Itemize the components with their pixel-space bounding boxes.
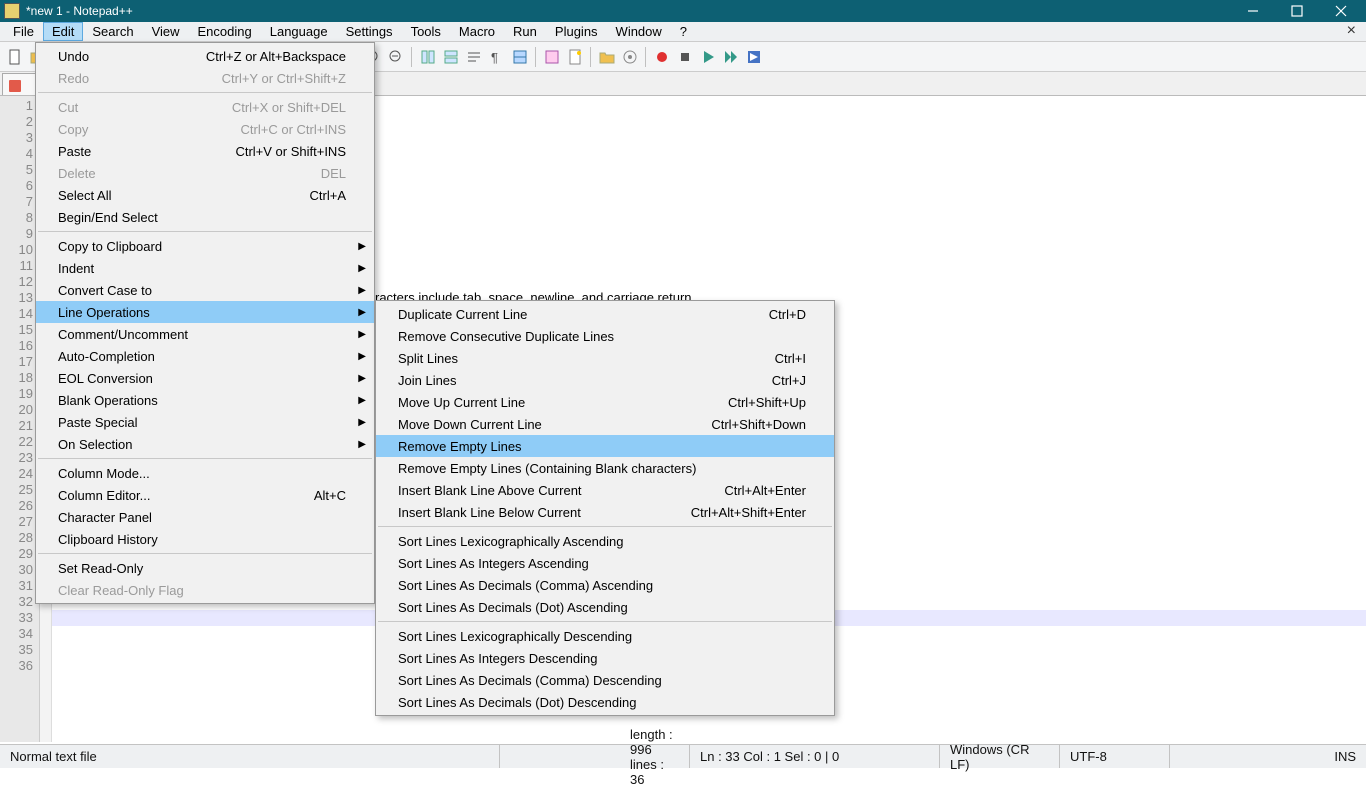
sync-v-icon[interactable]	[417, 46, 438, 67]
play-multi-icon[interactable]	[720, 46, 741, 67]
menu-paste[interactable]: PasteCtrl+V or Shift+INS	[36, 140, 374, 162]
window-title: *new 1 - Notepad++	[26, 4, 1232, 18]
lang-icon[interactable]	[541, 46, 562, 67]
menu-duplicate-line[interactable]: Duplicate Current LineCtrl+D	[376, 303, 834, 325]
line-operations-submenu: Duplicate Current LineCtrl+D Remove Cons…	[375, 300, 835, 716]
line-number-gutter: 1234567891011121314151617181920212223242…	[0, 96, 40, 742]
menu-line-operations[interactable]: Line Operations▶	[36, 301, 374, 323]
menu-paste-special[interactable]: Paste Special▶	[36, 411, 374, 433]
status-encoding: UTF-8	[1060, 745, 1170, 768]
menu-on-selection[interactable]: On Selection▶	[36, 433, 374, 455]
menu-remove-dup[interactable]: Remove Consecutive Duplicate Lines	[376, 325, 834, 347]
menu-column-mode[interactable]: Column Mode...	[36, 462, 374, 484]
titlebar: *new 1 - Notepad++	[0, 0, 1366, 22]
menu-sort-int-asc[interactable]: Sort Lines As Integers Ascending	[376, 552, 834, 574]
menu-undo[interactable]: UndoCtrl+Z or Alt+Backspace	[36, 45, 374, 67]
minimize-button[interactable]	[1232, 1, 1274, 21]
folder-icon[interactable]	[596, 46, 617, 67]
menu-remove-empty-blank[interactable]: Remove Empty Lines (Containing Blank cha…	[376, 457, 834, 479]
menu-clear-readonly[interactable]: Clear Read-Only Flag	[36, 579, 374, 601]
menu-blank-ops[interactable]: Blank Operations▶	[36, 389, 374, 411]
show-all-chars-icon[interactable]: ¶	[486, 46, 507, 67]
menu-convert-case[interactable]: Convert Case to▶	[36, 279, 374, 301]
menu-macro[interactable]: Macro	[450, 22, 504, 41]
menu-encoding[interactable]: Encoding	[189, 22, 261, 41]
menu-begin-end-select[interactable]: Begin/End Select	[36, 206, 374, 228]
status-length: length : 996 lines : 36	[500, 745, 690, 768]
stop-icon[interactable]	[674, 46, 695, 67]
menu-eol[interactable]: EOL Conversion▶	[36, 367, 374, 389]
sync-h-icon[interactable]	[440, 46, 461, 67]
menu-help[interactable]: ?	[671, 22, 696, 41]
play-icon[interactable]	[697, 46, 718, 67]
app-icon	[4, 3, 20, 19]
menu-tools[interactable]: Tools	[402, 22, 450, 41]
menu-run[interactable]: Run	[504, 22, 546, 41]
close-button[interactable]	[1320, 1, 1362, 21]
monitor-icon[interactable]	[619, 46, 640, 67]
menu-join-lines[interactable]: Join LinesCtrl+J	[376, 369, 834, 391]
menu-sort-dec-d-desc[interactable]: Sort Lines As Decimals (Dot) Descending	[376, 691, 834, 713]
menu-cut[interactable]: CutCtrl+X or Shift+DEL	[36, 96, 374, 118]
menu-insert-below[interactable]: Insert Blank Line Below CurrentCtrl+Alt+…	[376, 501, 834, 523]
menu-move-down[interactable]: Move Down Current LineCtrl+Shift+Down	[376, 413, 834, 435]
menu-column-editor[interactable]: Column Editor...Alt+C	[36, 484, 374, 506]
menu-insert-above[interactable]: Insert Blank Line Above CurrentCtrl+Alt+…	[376, 479, 834, 501]
wrap-icon[interactable]	[463, 46, 484, 67]
menu-plugins[interactable]: Plugins	[546, 22, 607, 41]
statusbar: Normal text file length : 996 lines : 36…	[0, 744, 1366, 768]
menu-character-panel[interactable]: Character Panel	[36, 506, 374, 528]
menu-view[interactable]: View	[143, 22, 189, 41]
menu-delete[interactable]: DeleteDEL	[36, 162, 374, 184]
menu-clipboard-history[interactable]: Clipboard History	[36, 528, 374, 550]
menu-sort-lex-desc[interactable]: Sort Lines Lexicographically Descending	[376, 625, 834, 647]
menu-set-readonly[interactable]: Set Read-Only	[36, 557, 374, 579]
menu-comment[interactable]: Comment/Uncomment▶	[36, 323, 374, 345]
menu-auto-completion[interactable]: Auto-Completion▶	[36, 345, 374, 367]
status-filetype: Normal text file	[0, 745, 500, 768]
status-eol: Windows (CR LF)	[940, 745, 1060, 768]
svg-text:¶: ¶	[491, 50, 498, 65]
record-icon[interactable]	[651, 46, 672, 67]
new-file-icon[interactable]	[4, 46, 25, 67]
menu-sort-dec-c-desc[interactable]: Sort Lines As Decimals (Comma) Descendin…	[376, 669, 834, 691]
menu-redo[interactable]: RedoCtrl+Y or Ctrl+Shift+Z	[36, 67, 374, 89]
menu-sort-dec-d-asc[interactable]: Sort Lines As Decimals (Dot) Ascending	[376, 596, 834, 618]
menu-sort-dec-c-asc[interactable]: Sort Lines As Decimals (Comma) Ascending	[376, 574, 834, 596]
menu-move-up[interactable]: Move Up Current LineCtrl+Shift+Up	[376, 391, 834, 413]
menu-sort-int-desc[interactable]: Sort Lines As Integers Descending	[376, 647, 834, 669]
menubar: File Edit Search View Encoding Language …	[0, 22, 1366, 42]
menu-copy-clipboard[interactable]: Copy to Clipboard▶	[36, 235, 374, 257]
menu-search[interactable]: Search	[83, 22, 142, 41]
menu-remove-empty-lines[interactable]: Remove Empty Lines	[376, 435, 834, 457]
menu-select-all[interactable]: Select AllCtrl+A	[36, 184, 374, 206]
menu-copy[interactable]: CopyCtrl+C or Ctrl+INS	[36, 118, 374, 140]
menu-language[interactable]: Language	[261, 22, 337, 41]
save-macro-icon[interactable]	[743, 46, 764, 67]
doc-map-icon[interactable]	[564, 46, 585, 67]
menu-file[interactable]: File	[4, 22, 43, 41]
status-pos: Ln : 33 Col : 1 Sel : 0 | 0	[690, 745, 940, 768]
tab-modified-icon	[9, 80, 21, 92]
menu-sort-lex-asc[interactable]: Sort Lines Lexicographically Ascending	[376, 530, 834, 552]
maximize-button[interactable]	[1276, 1, 1318, 21]
menu-settings[interactable]: Settings	[337, 22, 402, 41]
edit-menu-dropdown: UndoCtrl+Z or Alt+Backspace RedoCtrl+Y o…	[35, 42, 375, 604]
menu-window[interactable]: Window	[607, 22, 671, 41]
menu-edit[interactable]: Edit	[43, 22, 83, 41]
menu-indent[interactable]: Indent▶	[36, 257, 374, 279]
zoom-out-icon[interactable]	[385, 46, 406, 67]
close-document-icon[interactable]: ×	[1337, 22, 1366, 41]
status-ins: INS	[1324, 745, 1366, 768]
indent-guide-icon[interactable]	[509, 46, 530, 67]
menu-split-lines[interactable]: Split LinesCtrl+I	[376, 347, 834, 369]
